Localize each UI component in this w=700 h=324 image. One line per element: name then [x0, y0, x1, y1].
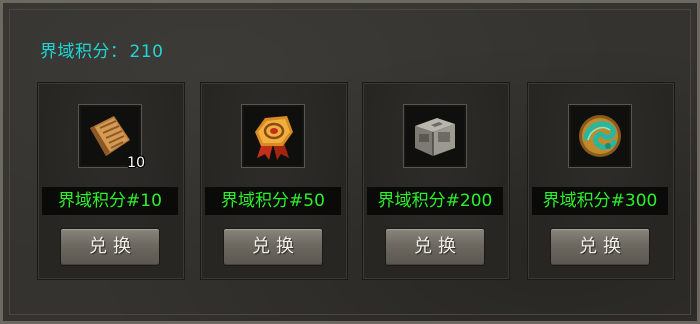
exchange-button[interactable]: 兑换	[385, 228, 485, 266]
item-slot[interactable]	[569, 105, 631, 167]
item-cost: 界域积分#200	[367, 187, 503, 215]
exchange-button[interactable]: 兑换	[223, 228, 323, 266]
item-count: 10	[127, 155, 145, 171]
item-cost: 界域积分#50	[205, 187, 341, 215]
item-slot[interactable]	[404, 105, 466, 167]
exchange-item-card: 界域积分#50 兑换	[200, 82, 348, 280]
realm-points-label: 界域积分：	[40, 42, 128, 62]
item-slot[interactable]	[242, 105, 304, 167]
exchange-item-card: 10 界域积分#10 兑换	[37, 82, 185, 280]
exchange-button[interactable]: 兑换	[60, 228, 160, 266]
exchange-window: 界域积分： 210 10 界域积分#10 兑换 界域积分#50 兑换 界域积分#…	[0, 0, 700, 324]
exchange-button[interactable]: 兑换	[550, 228, 650, 266]
realm-points-display: 界域积分： 210	[40, 37, 163, 62]
stone-chest-icon	[415, 118, 455, 156]
realm-points-value: 210	[129, 42, 164, 62]
item-cost: 界域积分#10	[42, 187, 178, 215]
exchange-item-card: 界域积分#200 兑换	[362, 82, 510, 280]
medal-badge-icon	[255, 116, 293, 160]
exchange-item-card: 界域积分#300 兑换	[527, 82, 675, 280]
item-cost: 界域积分#300	[532, 187, 668, 215]
item-slot[interactable]: 10	[79, 105, 145, 171]
jade-dragon-emblem-icon	[579, 115, 621, 157]
